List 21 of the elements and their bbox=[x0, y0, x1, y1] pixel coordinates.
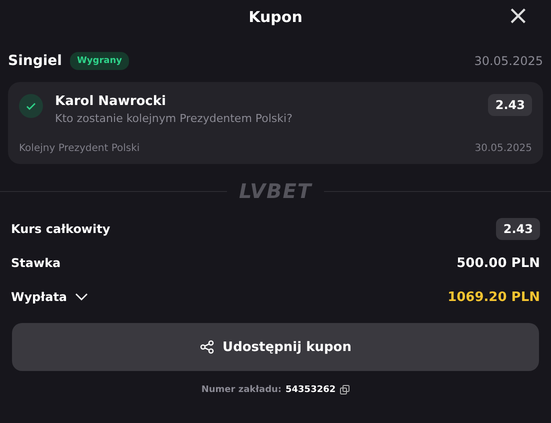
payout-toggle[interactable]: Wypłata bbox=[11, 290, 88, 304]
summary-label: Kurs całkowity bbox=[11, 222, 110, 236]
status-badge: Wygrany bbox=[70, 52, 129, 70]
copy-icon[interactable] bbox=[340, 385, 350, 395]
stake-amount: 500.00 PLN bbox=[456, 256, 540, 270]
bet-type: Singiel bbox=[8, 53, 62, 69]
payout-amount: 1069.20 PLN bbox=[448, 290, 540, 304]
selection-name: Karol Nawrocki bbox=[55, 94, 167, 109]
bet-number: 54353262 bbox=[286, 385, 336, 395]
total-odds: 2.43 bbox=[496, 218, 540, 240]
share-button[interactable]: Udostępnij kupon bbox=[12, 323, 539, 371]
market-name: Kto zostanie kolejnym Prezydentem Polski? bbox=[55, 112, 292, 125]
odds-value: 2.43 bbox=[488, 94, 532, 116]
event-date: 30.05.2025 bbox=[474, 143, 532, 154]
share-icon bbox=[200, 340, 214, 354]
summary-label: Stawka bbox=[11, 256, 61, 270]
close-button[interactable]: × bbox=[503, 2, 533, 30]
coupon-title: Kupon bbox=[248, 8, 302, 26]
bet-number-label: Numer zakładu: bbox=[201, 385, 282, 395]
bet-date: 30.05.2025 bbox=[474, 54, 543, 68]
event-name: Kolejny Prezydent Polski bbox=[19, 143, 140, 154]
